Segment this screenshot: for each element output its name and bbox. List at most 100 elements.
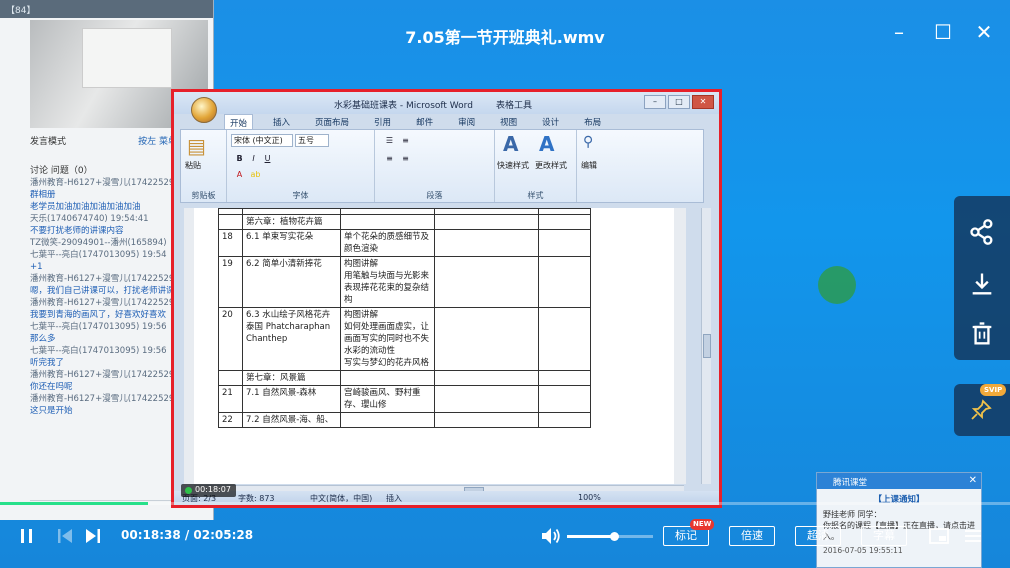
close-icon[interactable]: ✕	[972, 20, 996, 44]
numbering-icon[interactable]: ≡	[399, 134, 412, 147]
table-cell[interactable]	[434, 370, 539, 386]
table-cell[interactable]	[434, 214, 539, 230]
bold-icon[interactable]: B	[233, 152, 246, 165]
pause-icon[interactable]	[18, 527, 36, 545]
table-cell[interactable]: 6.2 简单小清新捧花	[242, 256, 341, 308]
underline-icon[interactable]: U	[261, 152, 274, 165]
change-style-icon[interactable]: A	[539, 132, 554, 156]
table-cell[interactable]	[538, 370, 591, 386]
next-icon[interactable]	[84, 527, 102, 545]
font-name-select[interactable]: 宋体 (中文正)	[231, 134, 293, 147]
table-cell[interactable]	[340, 370, 435, 386]
ribbon-tab[interactable]: 页面布局	[310, 114, 354, 129]
table-cell[interactable]: 18	[218, 229, 243, 257]
table-cell[interactable]: 第七章：风景篇	[242, 370, 341, 386]
ribbon-tab[interactable]: 插入	[268, 114, 295, 129]
class-notice-popup: 腾讯课堂 ✕ 【上课通知】 野挂老师 同学： 你报名的课程【直播】正在直播，请点…	[816, 472, 982, 568]
table-cell[interactable]	[434, 307, 539, 371]
table-cell[interactable]	[340, 412, 435, 428]
paragraph-group-label: 段落	[426, 191, 443, 200]
table-cell[interactable]: 6.1 单束写实花朵	[242, 229, 341, 257]
table-cell[interactable]	[434, 256, 539, 308]
speed-button[interactable]: 倍速	[729, 526, 775, 546]
table-cell[interactable]	[434, 229, 539, 257]
table-cell[interactable]	[538, 214, 591, 230]
ribbon-tab[interactable]: 开始	[224, 114, 254, 129]
table-cell[interactable]: 第六章：植物花卉篇	[242, 214, 341, 230]
table-cell[interactable]	[434, 412, 539, 428]
chat-tabs[interactable]: 讨论 问题（0）	[30, 163, 93, 176]
font-group: 宋体 (中文正) 五号 B I U A ab 字体	[227, 130, 375, 202]
table-cell[interactable]: 20	[218, 307, 243, 371]
office-button[interactable]	[191, 97, 217, 123]
table-cell[interactable]	[538, 307, 591, 371]
pip-icon[interactable]	[928, 526, 950, 546]
table-cell[interactable]: 宫崎骏画风、野村重存、瓔山修	[340, 385, 435, 413]
notice-close-icon[interactable]: ✕	[969, 475, 977, 486]
table-cell[interactable]: 19	[218, 256, 243, 308]
table-row: 22 7.2 自然风景-海、船、	[218, 412, 591, 428]
paste-icon[interactable]: ▤	[187, 134, 206, 158]
align-center-icon[interactable]: ≡	[399, 152, 412, 165]
word-minimize-icon[interactable]: –	[644, 95, 666, 109]
table-cell[interactable]	[538, 412, 591, 428]
paste-label: 粘贴	[185, 161, 201, 170]
ribbon-tab[interactable]: 邮件	[411, 114, 438, 129]
table-cell[interactable]: 7.2 自然风景-海、船、	[242, 412, 341, 428]
table-cell[interactable]	[538, 229, 591, 257]
table-cell[interactable]: 构图讲解 用笔触与块面与光影来表现捧花花束的复杂结构	[340, 256, 435, 308]
table-row: 第七章：风景篇	[218, 370, 591, 386]
new-badge: NEW	[690, 519, 715, 530]
editing-label[interactable]: 编辑	[581, 160, 597, 171]
word-maximize-icon[interactable]: □	[668, 95, 690, 109]
subtitle-button[interactable]: 字幕	[861, 526, 907, 546]
ribbon-tab[interactable]: 布局	[579, 114, 606, 129]
table-cell[interactable]: 22	[218, 412, 243, 428]
minimize-icon[interactable]: –	[887, 20, 911, 44]
maximize-icon[interactable]: ☐	[931, 20, 955, 44]
bullets-icon[interactable]: ☰	[383, 134, 396, 147]
previous-icon[interactable]	[56, 527, 74, 545]
table-cell[interactable]	[538, 385, 591, 413]
playlist-icon[interactable]	[962, 526, 984, 546]
font-size-select[interactable]: 五号	[295, 134, 329, 147]
pin-icon	[971, 399, 992, 420]
camera-timer: 00:18:07	[181, 484, 236, 497]
share-icon[interactable]	[968, 218, 996, 246]
table-cell[interactable]: 单个花朵的质感细节及颜色渲染	[340, 229, 435, 257]
table-cell[interactable]	[538, 256, 591, 308]
table-cell[interactable]	[218, 214, 243, 230]
ribbon-tab[interactable]: 引用	[369, 114, 396, 129]
table-cell[interactable]	[434, 385, 539, 413]
document-area[interactable]: 第六章：植物花卉篇 18 6.1 单束写实花朵 单个花朵的质感细节及颜色渲染 19 6.2…	[184, 208, 686, 484]
table-cell[interactable]: 21	[218, 385, 243, 413]
font-group-label: 字体	[292, 191, 309, 200]
table-cell[interactable]	[340, 214, 435, 230]
binoculars-icon[interactable]: ⚲	[583, 134, 593, 150]
ribbon-tab[interactable]: 设计	[537, 114, 564, 129]
ribbon-tab[interactable]: 视图	[495, 114, 522, 129]
font-color-icon[interactable]: A	[233, 168, 246, 181]
quality-button[interactable]: 超清	[795, 526, 841, 546]
delete-icon[interactable]	[968, 320, 996, 348]
table-cell[interactable]: 7.1 自然风景-森林	[242, 385, 341, 413]
volume-icon[interactable]	[540, 526, 562, 546]
word-title: 水彩基础班课表 - Microsoft Word	[334, 101, 473, 111]
italic-icon[interactable]: I	[247, 152, 260, 165]
progress-bar[interactable]	[0, 502, 1010, 505]
vertical-scrollbar[interactable]	[701, 208, 711, 484]
ribbon-tab[interactable]: 审阅	[453, 114, 480, 129]
table-row: 第六章：植物花卉篇	[218, 214, 591, 230]
word-close-icon[interactable]: ✕	[692, 95, 714, 109]
zoom-level[interactable]: 100%	[578, 493, 601, 502]
highlight-icon[interactable]: ab	[249, 168, 262, 181]
quick-style-icon[interactable]: A	[503, 132, 518, 156]
download-icon[interactable]	[968, 270, 996, 298]
align-left-icon[interactable]: ≡	[383, 152, 396, 165]
table-cell[interactable]: 构图讲解 如何处理画面虚实，让画面写实的同时也不失水彩的流动性 写实与梦幻的花卉…	[340, 307, 435, 371]
table-cell[interactable]	[218, 370, 243, 386]
table-row: 20 6.3 水山绘子风格花卉 泰国 Phatcharaphan Chanthep…	[218, 307, 591, 371]
change-style-label: 更改样式	[535, 161, 567, 170]
table-cell[interactable]: 6.3 水山绘子风格花卉 泰国 Phatcharaphan Chanthep	[242, 307, 341, 371]
volume-slider[interactable]	[567, 532, 653, 541]
